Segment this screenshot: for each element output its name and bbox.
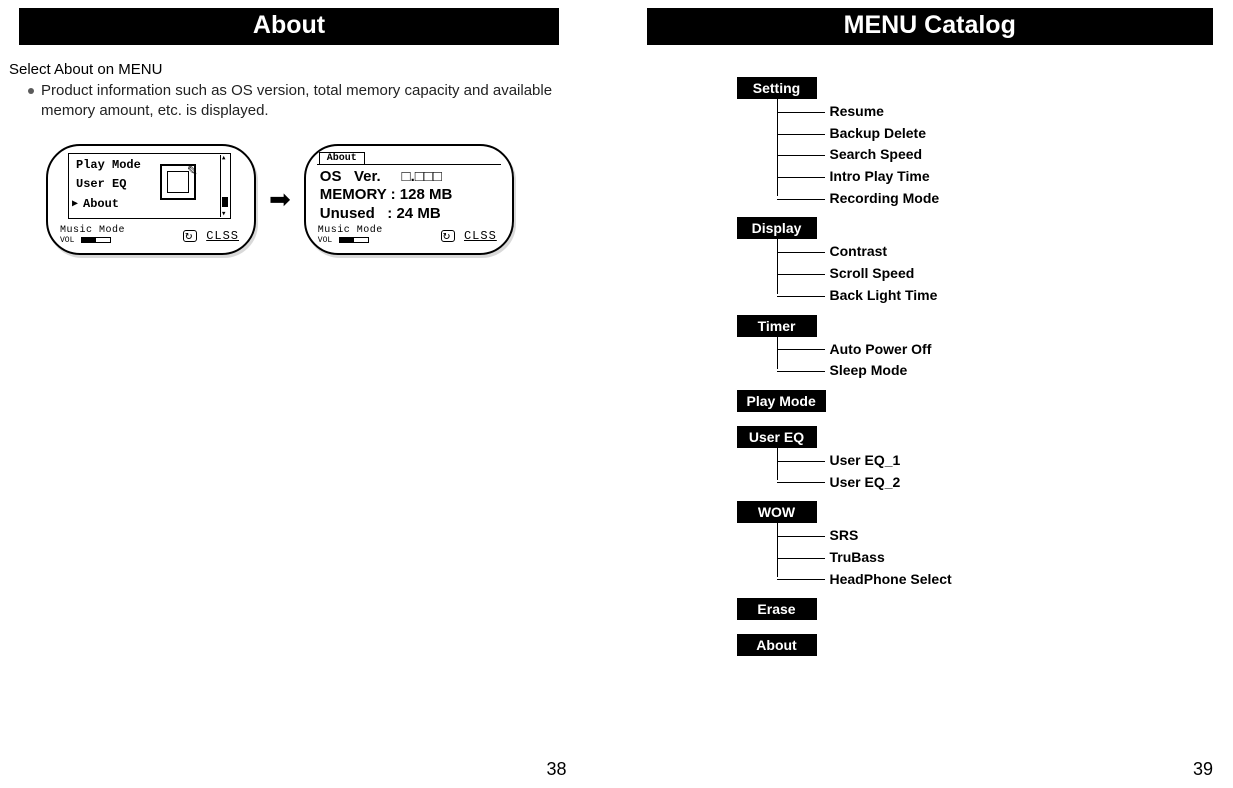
page-number-38: 38 (546, 759, 566, 780)
item-back-light-time: Back Light Time (777, 285, 1214, 307)
volume-bar-icon (81, 237, 111, 243)
status-vol-label-2: VOL (318, 236, 332, 245)
label-about: About (737, 634, 817, 656)
page-number-39: 39 (1193, 759, 1213, 780)
item-srs: SRS (777, 525, 1214, 547)
menu-item-user-eq: User EQ (76, 177, 126, 191)
lcd-about-screen: About OS Ver. □.□□□ MEMORY : 128 MB Unus… (304, 144, 514, 255)
group-wow: WOW SRS TruBass HeadPhone Select (737, 501, 1214, 590)
label-play-mode: Play Mode (737, 390, 826, 412)
about-memory-unused: Unused : 24 MB (320, 205, 453, 224)
item-user-eq-2: User EQ_2 (777, 472, 1214, 494)
item-scroll-speed: Scroll Speed (777, 263, 1214, 285)
item-recording-mode: Recording Mode (777, 188, 1214, 210)
about-bullet: Product information such as OS version, … (28, 81, 587, 122)
item-sleep-mode: Sleep Mode (777, 360, 1214, 382)
item-auto-power-off: Auto Power Off (777, 339, 1214, 361)
menu-item-about: About (83, 197, 119, 211)
item-user-eq-1: User EQ_1 (777, 450, 1214, 472)
repeat-icon (183, 230, 197, 242)
about-tab-underline (317, 164, 501, 165)
group-erase: Erase (737, 598, 1214, 620)
status-vol-label: VOL (60, 236, 74, 245)
item-headphone-select: HeadPhone Select (777, 569, 1214, 591)
lcd-status-bar-2: Music Mode VOL CLSS (317, 226, 501, 248)
menu-selection-arrow-icon: ▶ (72, 198, 78, 210)
about-os-ver: OS Ver. □.□□□ (320, 168, 453, 187)
lcd-screens-row: Play Mode User EQ ▶ About Music Mode VOL… (46, 144, 587, 255)
about-memory-total: MEMORY : 128 MB (320, 186, 453, 205)
group-play-mode: Play Mode (737, 390, 1214, 412)
bullet-icon (28, 88, 34, 94)
status-clss: CLSS (206, 229, 239, 243)
label-user-eq: User EQ (737, 426, 817, 448)
item-search-speed: Search Speed (777, 144, 1214, 166)
about-section-banner: About (19, 8, 559, 45)
menu-catalog-banner: MENU Catalog (647, 8, 1214, 45)
item-backup-delete: Backup Delete (777, 123, 1214, 145)
group-setting: Setting Resume Backup Delete Search Spee… (737, 77, 1214, 209)
group-user-eq: User EQ User EQ_1 User EQ_2 (737, 426, 1214, 493)
menu-item-play-mode: Play Mode (76, 158, 141, 172)
item-resume: Resume (777, 101, 1214, 123)
about-intro-text: Select About on MENU (9, 61, 587, 78)
page-39: MENU Catalog Setting Resume Backup Delet… (617, 0, 1233, 788)
repeat-icon-2 (441, 230, 455, 242)
group-display: Display Contrast Scroll Speed Back Light… (737, 217, 1214, 306)
lcd-scroll-thumb (222, 197, 228, 207)
arrow-right-icon: ➡ (269, 184, 291, 215)
item-intro-play-time: Intro Play Time (777, 166, 1214, 188)
lcd-status-bar: Music Mode VOL CLSS (59, 226, 243, 248)
status-music-mode-2: Music Mode (318, 225, 383, 236)
chip-edit-icon (160, 164, 196, 200)
about-tab-label: About (319, 152, 365, 164)
label-display: Display (737, 217, 817, 239)
label-wow: WOW (737, 501, 817, 523)
lcd-menu-list: Play Mode User EQ ▶ About (68, 153, 231, 219)
page-38: About Select About on MENU Product infor… (0, 0, 617, 788)
group-about: About (737, 634, 1214, 656)
lcd-menu-screen: Play Mode User EQ ▶ About Music Mode VOL… (46, 144, 256, 255)
lcd-scrollbar (220, 155, 229, 217)
status-music-mode: Music Mode (60, 225, 125, 236)
label-setting: Setting (737, 77, 817, 99)
volume-bar-icon-2 (339, 237, 369, 243)
status-clss-2: CLSS (464, 229, 497, 243)
about-bullet-text: Product information such as OS version, … (41, 81, 587, 122)
menu-catalog-tree: Setting Resume Backup Delete Search Spee… (737, 77, 1214, 656)
label-timer: Timer (737, 315, 817, 337)
item-contrast: Contrast (777, 241, 1214, 263)
about-info-body: OS Ver. □.□□□ MEMORY : 128 MB Unused : 2… (320, 168, 453, 224)
item-trubass: TruBass (777, 547, 1214, 569)
label-erase: Erase (737, 598, 817, 620)
group-timer: Timer Auto Power Off Sleep Mode (737, 315, 1214, 382)
